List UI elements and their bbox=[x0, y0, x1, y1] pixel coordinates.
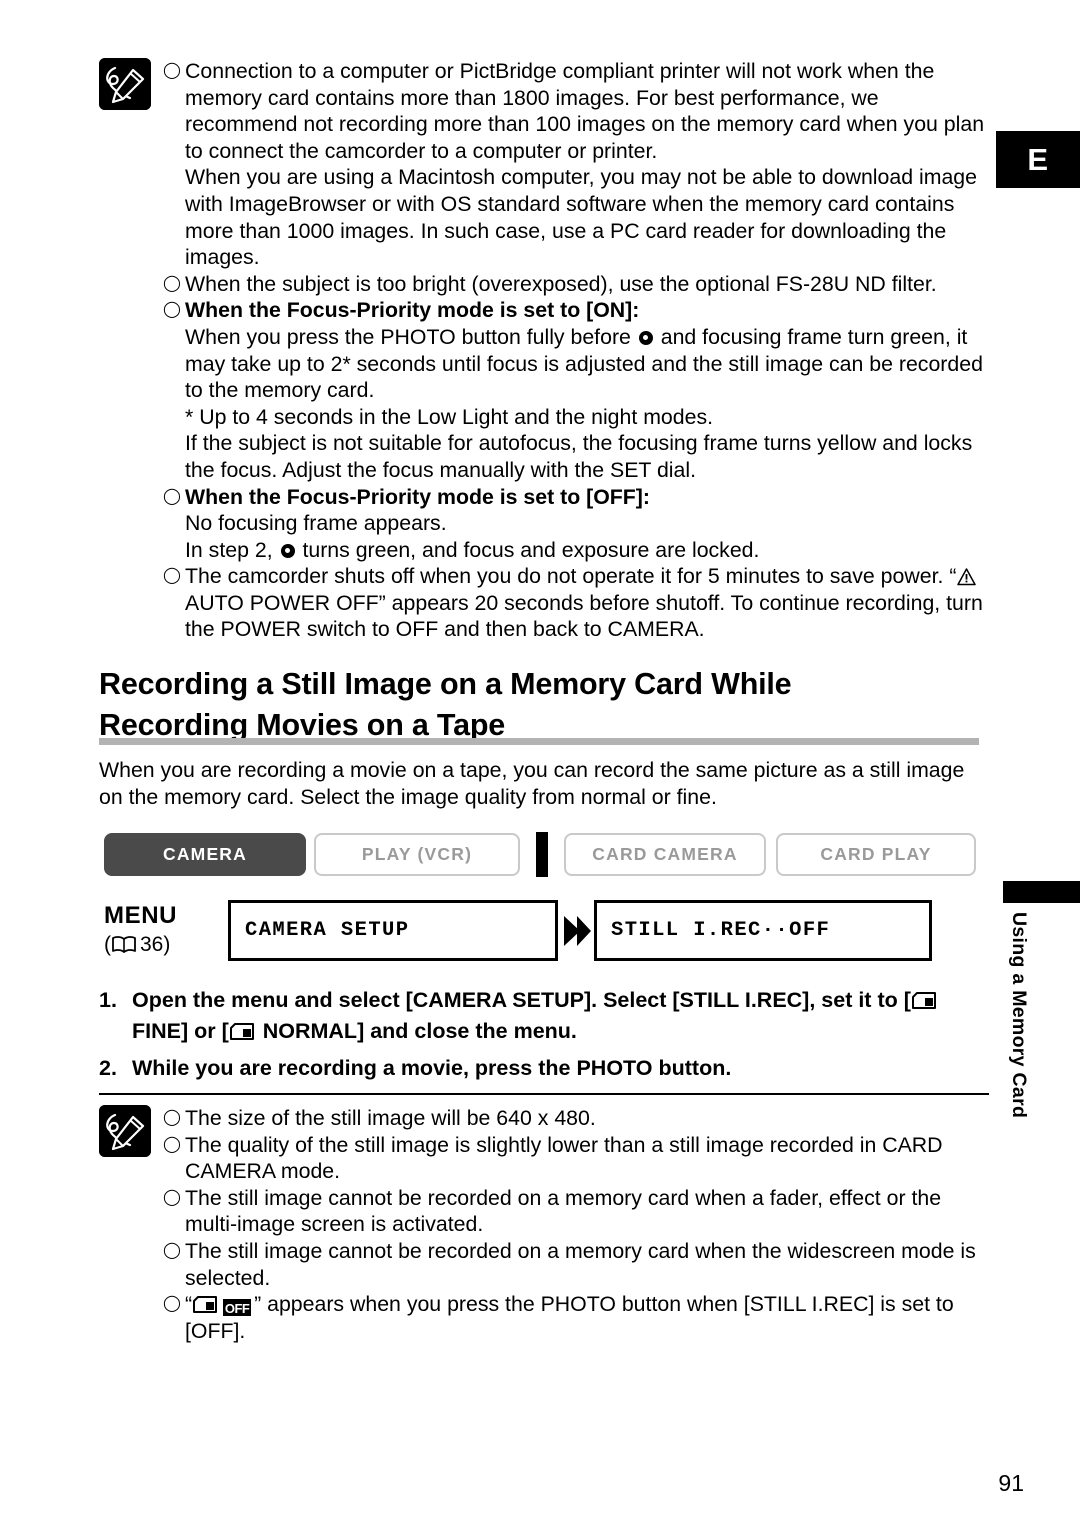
note-item: ◯ The quality of the still image is slig… bbox=[163, 1132, 989, 1185]
note-item: ◯ When the subject is too bright (overex… bbox=[163, 271, 989, 298]
quote-open: “ bbox=[185, 1292, 193, 1317]
section-heading: Recording a Still Image on a Memory Card… bbox=[99, 664, 979, 746]
open-circle-bullet-icon: ◯ bbox=[163, 301, 181, 319]
memo-pencil-icon bbox=[99, 58, 151, 110]
heading-underline-rule bbox=[99, 738, 979, 745]
note-item: When you press the PHOTO button fully be… bbox=[163, 324, 989, 404]
menu-path-row: MENU (36) CAMERA SETUP STILL I.REC··OFF bbox=[104, 900, 932, 961]
top-note-block: ◯ Connection to a computer or PictBridge… bbox=[99, 58, 989, 643]
open-circle-bullet-icon: ◯ bbox=[163, 1109, 181, 1126]
manual-page: E ◯ Connection to a computer or PictBrid… bbox=[0, 0, 1080, 1526]
chapter-tab: E bbox=[996, 131, 1080, 188]
step-text-c: NORMAL] and close the menu. bbox=[256, 1019, 577, 1043]
focus-dot-icon bbox=[280, 543, 295, 558]
step-text: While you are recording a movie, press t… bbox=[132, 1056, 732, 1080]
note-footnote-text: * Up to 4 seconds in the Low Light and t… bbox=[185, 404, 714, 429]
memo-pencil-icon bbox=[99, 1105, 151, 1157]
section-divider-rule bbox=[99, 1093, 989, 1095]
note-text: The size of the still image will be 640 … bbox=[185, 1106, 596, 1130]
section-intro-text: When you are recording a movie on a tape… bbox=[99, 758, 965, 809]
note-text: The still image cannot be recorded on a … bbox=[185, 1238, 976, 1290]
step-number: 1. bbox=[99, 988, 117, 1012]
open-circle-bullet-icon: ◯ bbox=[163, 1295, 181, 1313]
mode-button-camera[interactable]: CAMERA bbox=[104, 833, 306, 876]
step-item: 1. Open the menu and select [CAMERA SETU… bbox=[99, 985, 999, 1047]
note-text: Connection to a computer or PictBridge c… bbox=[185, 59, 985, 163]
warning-triangle-icon bbox=[957, 566, 977, 586]
note-text: The quality of the still image is slight… bbox=[185, 1132, 943, 1184]
note-item: No focusing frame appears. bbox=[163, 510, 989, 537]
note-text: The still image cannot be recorded on a … bbox=[185, 1185, 942, 1237]
menu-box-camera-setup[interactable]: CAMERA SETUP bbox=[228, 900, 558, 961]
bottom-note-block: ◯ The size of the still image will be 64… bbox=[99, 1105, 989, 1344]
mode-button-row: CAMERA PLAY (VCR) CARD CAMERA CARD PLAY bbox=[104, 832, 976, 877]
note-item: In step 2, turns green, and focus and ex… bbox=[163, 537, 989, 564]
off-badge-icon: OFF bbox=[223, 1299, 252, 1317]
note-text: In step 2, turns green, and focus and ex… bbox=[185, 537, 989, 564]
note-text-before: In step 2, bbox=[185, 537, 279, 562]
note-item: ◯ The camcorder shuts off when you do no… bbox=[163, 563, 989, 643]
note-text-after: AUTO POWER OFF” appears 20 seconds befor… bbox=[185, 590, 983, 642]
step-text-b: FINE] or [ bbox=[132, 1019, 229, 1043]
note-item: * Up to 4 seconds in the Low Light and t… bbox=[163, 404, 989, 431]
menu-label: MENU bbox=[104, 902, 178, 929]
page-number: 91 bbox=[998, 1470, 1024, 1496]
menu-label-group: MENU (36) bbox=[104, 900, 228, 957]
mode-button-play-vcr[interactable]: PLAY (VCR) bbox=[314, 833, 520, 876]
memory-card-icon bbox=[193, 1293, 218, 1314]
step-text-a: Open the menu and select [CAMERA SETUP].… bbox=[132, 988, 911, 1012]
note-item: ◯ When the Focus-Priority mode is set to… bbox=[163, 297, 989, 324]
note-item: ◯ The still image cannot be recorded on … bbox=[163, 1238, 989, 1291]
open-circle-bullet-icon: ◯ bbox=[163, 274, 181, 292]
memory-card-icon bbox=[229, 1018, 254, 1040]
step-text: Open the menu and select [CAMERA SETUP].… bbox=[132, 985, 999, 1047]
note-heading-text: When the Focus-Priority mode is set to [… bbox=[185, 484, 650, 509]
note-text-after: appears when you press the PHOTO button … bbox=[185, 1292, 954, 1343]
menu-page-reference: (36) bbox=[104, 933, 171, 956]
note-item: ◯ The still image cannot be recorded on … bbox=[163, 1185, 989, 1238]
note-item: ◯ Connection to a computer or PictBridge… bbox=[163, 58, 989, 164]
side-tab-bar bbox=[1003, 881, 1080, 903]
note-text-after: turns green, and focus and exposure are … bbox=[296, 537, 760, 562]
procedure-steps: 1. Open the menu and select [CAMERA SETU… bbox=[99, 985, 999, 1084]
note-heading-text: When the Focus-Priority mode is set to [… bbox=[185, 298, 640, 323]
note-text-before: The camcorder shuts off when you do not … bbox=[185, 564, 957, 589]
open-circle-bullet-icon: ◯ bbox=[163, 62, 181, 79]
note-item: If the subject is not suitable for autof… bbox=[163, 430, 989, 483]
open-circle-bullet-icon: ◯ bbox=[163, 1241, 181, 1259]
note-item: ◯ “OFF” appears when you press the PHOTO… bbox=[163, 1291, 989, 1344]
play-arrow-icon bbox=[558, 900, 594, 961]
note-text: No focusing frame appears. bbox=[185, 511, 447, 536]
page-title-line1: Recording a Still Image on a Memory Card… bbox=[99, 667, 792, 701]
bottom-note-list: ◯ The size of the still image will be 64… bbox=[163, 1105, 989, 1344]
menu-box-still-irec[interactable]: STILL I.REC··OFF bbox=[594, 900, 932, 961]
top-note-list: ◯ Connection to a computer or PictBridge… bbox=[163, 58, 989, 643]
mode-divider bbox=[536, 832, 548, 877]
note-item: ◯ When the Focus-Priority mode is set to… bbox=[163, 484, 989, 511]
open-circle-bullet-icon: ◯ bbox=[163, 487, 181, 505]
open-circle-bullet-icon: ◯ bbox=[163, 1135, 181, 1153]
note-text: When you are using a Macintosh computer,… bbox=[185, 165, 977, 270]
menu-page-number: 36 bbox=[140, 933, 164, 956]
note-text: When you press the PHOTO button fully be… bbox=[185, 324, 989, 404]
mode-button-card-play[interactable]: CARD PLAY bbox=[776, 833, 976, 876]
memory-card-icon bbox=[911, 987, 936, 1009]
step-number: 2. bbox=[99, 1056, 117, 1080]
open-circle-bullet-icon: ◯ bbox=[163, 1188, 181, 1206]
note-text-before: When you press the PHOTO button fully be… bbox=[185, 324, 637, 349]
note-item: ◯ The size of the still image will be 64… bbox=[163, 1105, 989, 1132]
note-item: When you are using a Macintosh computer,… bbox=[163, 164, 989, 270]
step-item: 2. While you are recording a movie, pres… bbox=[99, 1053, 999, 1084]
note-text: “OFF” appears when you press the PHOTO b… bbox=[185, 1291, 989, 1344]
open-circle-bullet-icon: ◯ bbox=[163, 567, 181, 585]
note-text: When the subject is too bright (overexpo… bbox=[185, 271, 937, 296]
focus-dot-icon bbox=[638, 330, 653, 345]
mode-button-card-camera[interactable]: CARD CAMERA bbox=[564, 833, 766, 876]
side-chapter-label: Using a Memory Card bbox=[1008, 912, 1030, 1119]
open-book-icon bbox=[111, 935, 137, 954]
note-text: If the subject is not suitable for autof… bbox=[185, 431, 973, 482]
note-text: The camcorder shuts off when you do not … bbox=[185, 563, 989, 643]
